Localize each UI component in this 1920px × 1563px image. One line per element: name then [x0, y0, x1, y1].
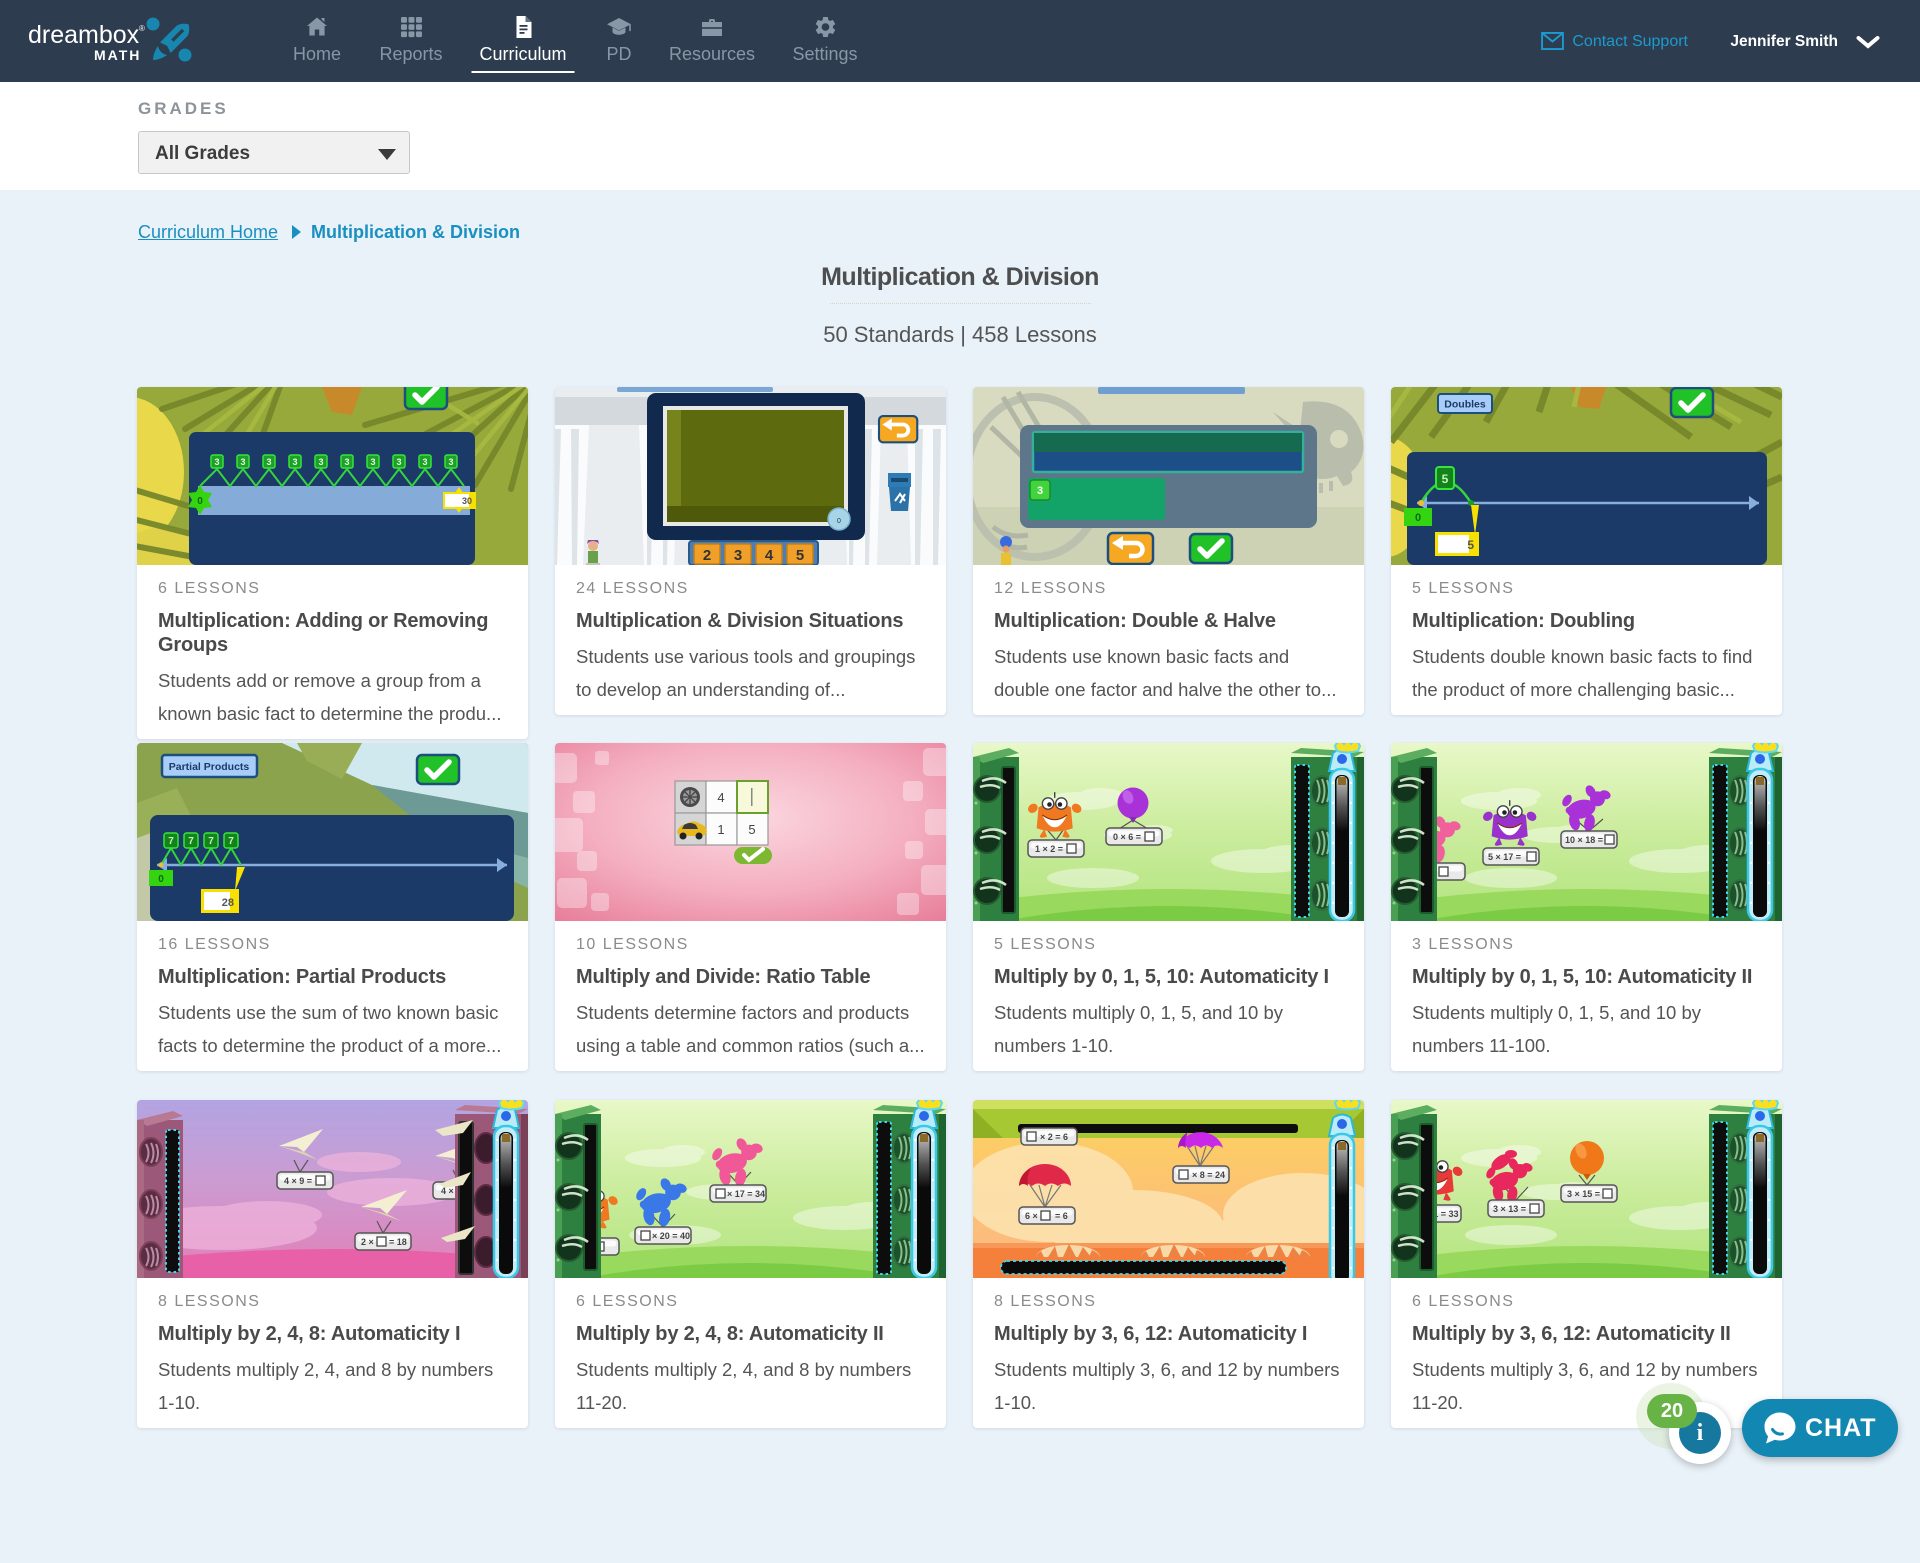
- svg-text:0: 0: [197, 496, 203, 507]
- svg-text:7: 7: [208, 836, 214, 847]
- svg-text:3: 3: [292, 457, 297, 467]
- svg-text:6 ×: 6 ×: [1025, 1211, 1038, 1221]
- svg-text:3: 3: [214, 457, 219, 467]
- svg-text:4 × 9 =: 4 × 9 =: [284, 1176, 312, 1186]
- svg-text:3: 3: [1037, 485, 1043, 497]
- svg-text:5: 5: [748, 822, 755, 837]
- svg-text:= 6: = 6: [1055, 1211, 1068, 1221]
- svg-text:3: 3: [266, 457, 271, 467]
- svg-text:4: 4: [717, 790, 724, 805]
- svg-text:4: 4: [765, 547, 774, 564]
- svg-text:3 × 15 =: 3 × 15 =: [1567, 1189, 1600, 1199]
- svg-text:0: 0: [158, 874, 164, 885]
- svg-text:3: 3: [448, 457, 453, 467]
- svg-text:5: 5: [1467, 538, 1474, 552]
- svg-text:3 × 13 =: 3 × 13 =: [1493, 1204, 1526, 1214]
- svg-text:× 20 = 40: × 20 = 40: [652, 1231, 690, 1241]
- svg-text:0 × 6 =: 0 × 6 =: [1113, 832, 1141, 842]
- svg-text:3: 3: [396, 457, 401, 467]
- svg-text:= 18: = 18: [389, 1237, 407, 1247]
- svg-text:5: 5: [796, 547, 804, 564]
- svg-text:1 × 2 =: 1 × 2 =: [1035, 844, 1063, 854]
- svg-text:× 17 = 34: × 17 = 34: [727, 1189, 765, 1199]
- svg-text:Doubles: Doubles: [1444, 399, 1486, 411]
- svg-text:1: 1: [717, 822, 724, 837]
- svg-text:Partial Products: Partial Products: [169, 761, 250, 773]
- svg-text:0: 0: [837, 518, 841, 525]
- svg-text:7: 7: [168, 836, 174, 847]
- svg-text:5 × 17 =: 5 × 17 =: [1488, 852, 1521, 862]
- svg-text:3: 3: [344, 457, 349, 467]
- svg-text:2: 2: [703, 547, 711, 564]
- svg-text:5: 5: [1442, 472, 1449, 486]
- svg-text:3: 3: [422, 457, 427, 467]
- svg-text:3: 3: [734, 547, 742, 564]
- svg-text:2 ×: 2 ×: [361, 1237, 374, 1247]
- svg-text:7: 7: [228, 836, 234, 847]
- svg-text:× 8 = 24: × 8 = 24: [1192, 1170, 1225, 1180]
- svg-text:30: 30: [462, 496, 472, 506]
- svg-text:10 × 18 =: 10 × 18 =: [1565, 835, 1603, 845]
- svg-text:7: 7: [188, 836, 194, 847]
- svg-text:0: 0: [1415, 512, 1421, 524]
- svg-text:× 2 = 6: × 2 = 6: [1040, 1132, 1068, 1142]
- svg-text:3: 3: [240, 457, 245, 467]
- svg-text:3: 3: [318, 457, 323, 467]
- svg-text:28: 28: [222, 897, 234, 909]
- svg-text:3: 3: [370, 457, 375, 467]
